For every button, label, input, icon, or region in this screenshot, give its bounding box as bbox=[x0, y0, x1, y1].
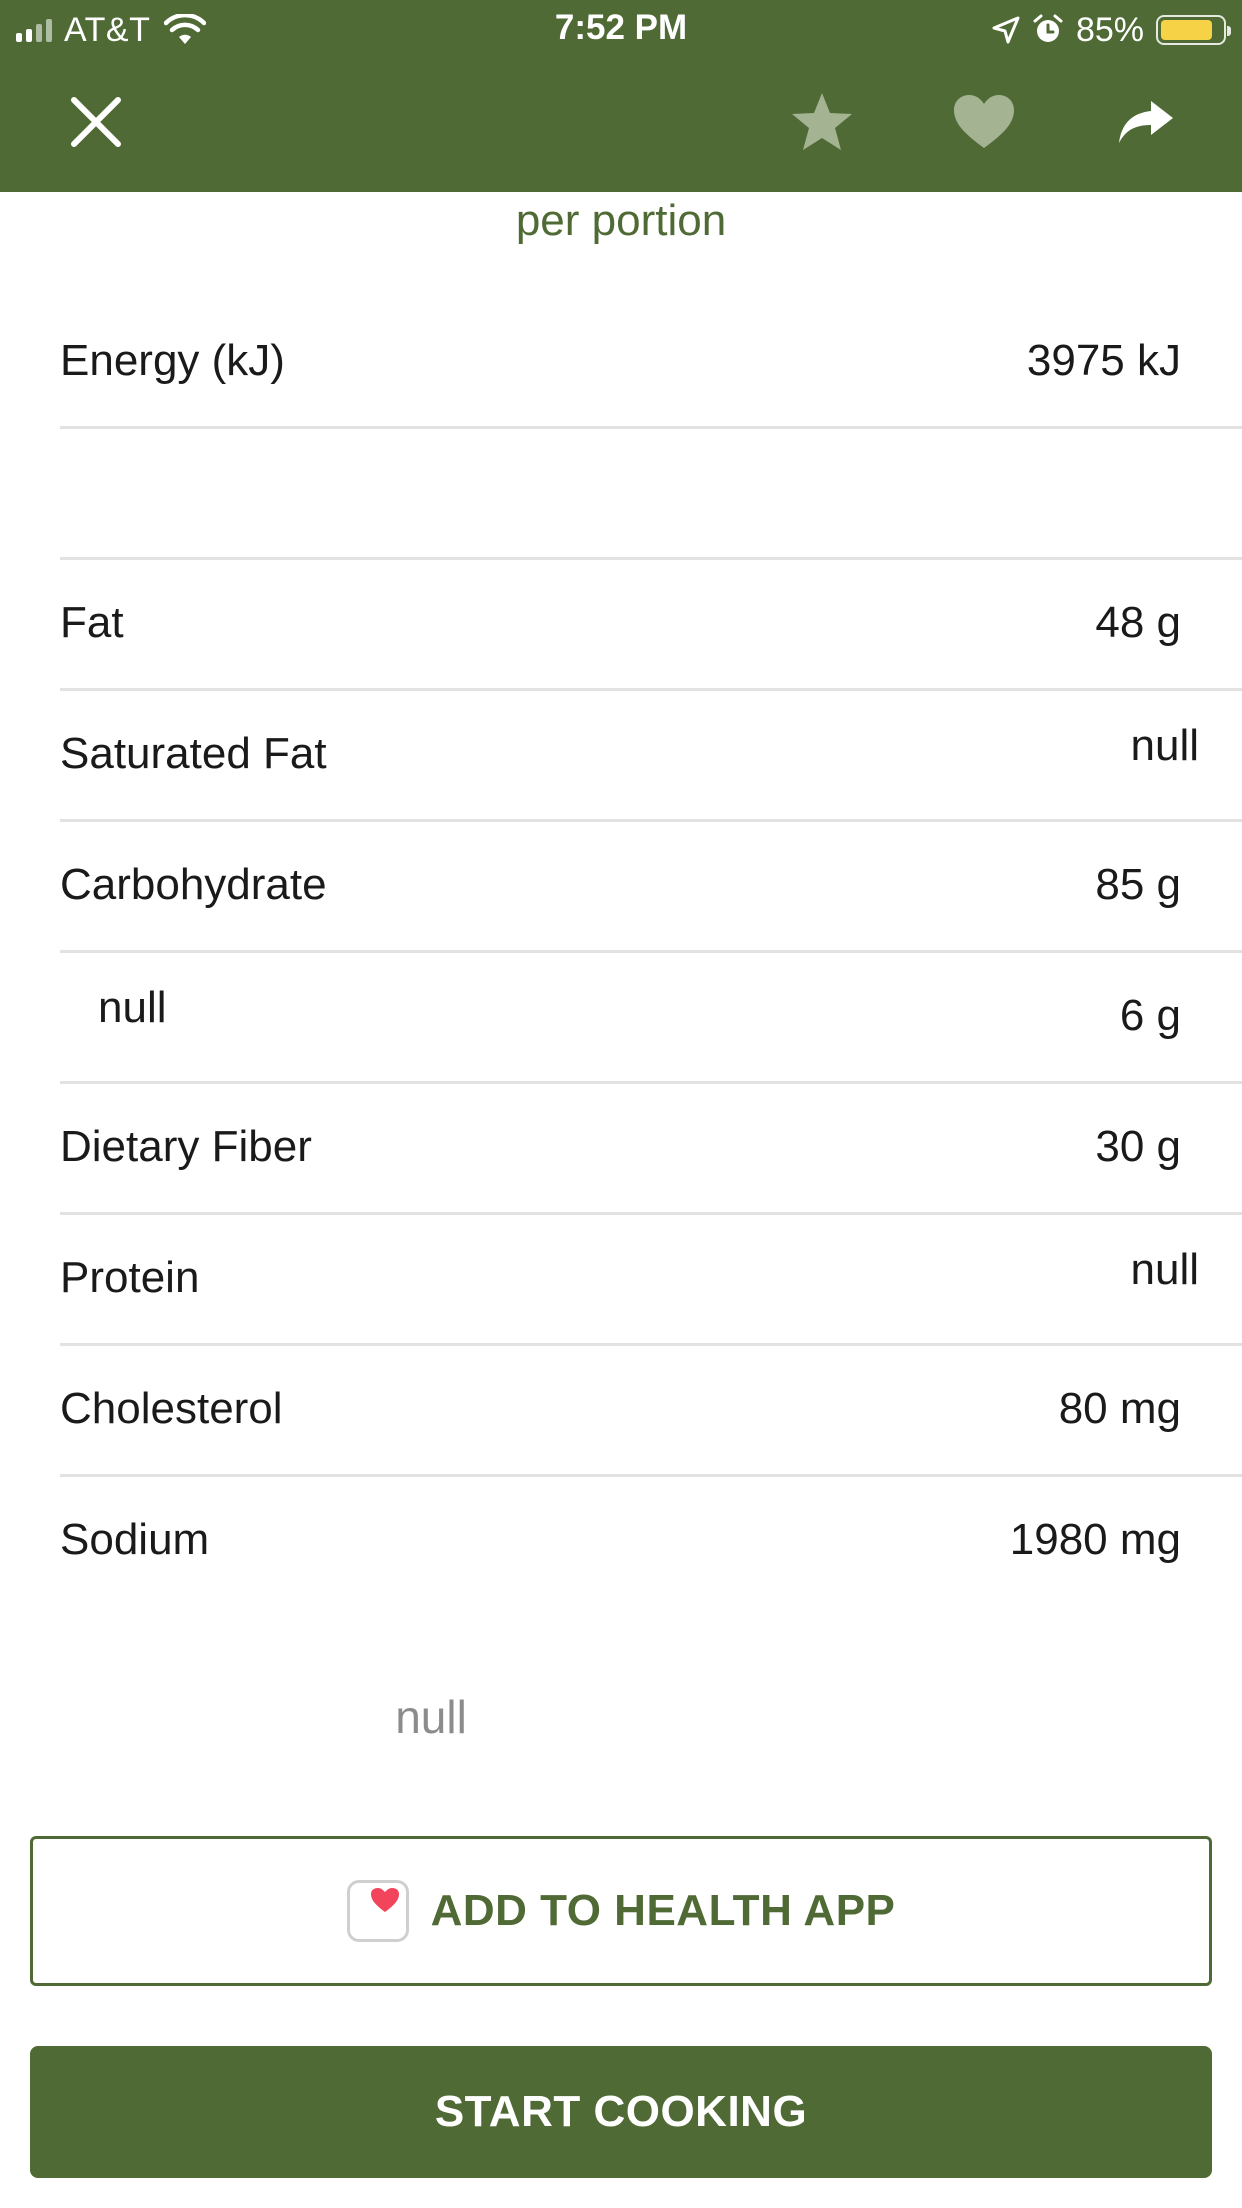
location-arrow-icon bbox=[992, 16, 1020, 44]
heart-icon bbox=[954, 95, 1014, 148]
nutrient-label: Saturated Fat bbox=[60, 729, 327, 778]
status-right: 85% bbox=[992, 10, 1231, 50]
nutrient-value: 80 mg bbox=[1058, 1384, 1181, 1433]
nutrition-disclaimer: null bbox=[395, 1691, 467, 1743]
nutrient-value: 1980 mg bbox=[1009, 1515, 1181, 1564]
nutrient-value: null bbox=[1130, 721, 1200, 770]
nutrition-table: Energy (kJ) 3975 kJ Fat 48 g Saturated F… bbox=[60, 298, 1242, 1608]
nutrition-row-sub-item: null 6 g bbox=[60, 953, 1242, 1084]
nutrient-label: Carbohydrate bbox=[60, 860, 327, 909]
health-app-icon bbox=[346, 1880, 409, 1942]
share-arrow-icon bbox=[1119, 101, 1173, 143]
add-to-health-app-button[interactable]: ADD TO HEALTH APP bbox=[30, 1836, 1212, 1986]
nutrient-value: 3975 kJ bbox=[1026, 336, 1181, 385]
top-bar: AT&T 7:52 PM 85% bbox=[0, 0, 1242, 192]
battery-icon bbox=[1156, 15, 1231, 45]
battery-percent: 85% bbox=[1075, 10, 1144, 49]
alarm-clock-icon bbox=[1033, 14, 1063, 42]
start-cooking-button[interactable]: START COOKING bbox=[30, 2046, 1212, 2178]
nutrient-label: Dietary Fiber bbox=[60, 1122, 312, 1171]
nutrient-value: 85 g bbox=[1095, 860, 1181, 909]
status-bar: AT&T 7:52 PM 85% bbox=[0, 0, 1242, 62]
nutrition-row-protein: Protein null bbox=[60, 1215, 1242, 1346]
nutrition-row-empty bbox=[60, 429, 1242, 560]
nutrient-label: Sodium bbox=[60, 1515, 210, 1564]
nutrient-value: 30 g bbox=[1095, 1122, 1181, 1171]
nutrient-value: 6 g bbox=[1119, 991, 1181, 1040]
nutrient-label: Energy (kJ) bbox=[60, 336, 285, 385]
nutrient-label: null bbox=[98, 983, 167, 1032]
nutrient-label: Cholesterol bbox=[60, 1384, 283, 1433]
nutrient-label: Protein bbox=[60, 1253, 200, 1302]
nutrition-row-sodium: Sodium 1980 mg bbox=[60, 1477, 1242, 1608]
favorite-star-button[interactable] bbox=[786, 86, 858, 158]
add-to-health-app-label: ADD TO HEALTH APP bbox=[430, 1886, 896, 1935]
like-heart-button[interactable] bbox=[948, 86, 1020, 158]
nutrition-row-dietary-fiber: Dietary Fiber 30 g bbox=[60, 1084, 1242, 1215]
nutrition-row-carbohydrate: Carbohydrate 85 g bbox=[60, 822, 1242, 953]
nutrient-value: 48 g bbox=[1095, 598, 1181, 647]
nutrition-row-saturated-fat: Saturated Fat null bbox=[60, 691, 1242, 822]
close-button[interactable] bbox=[60, 86, 132, 158]
per-portion-label: per portion bbox=[515, 196, 727, 245]
close-icon bbox=[71, 97, 121, 147]
nutrient-label: Fat bbox=[60, 598, 124, 647]
nutrient-value: null bbox=[1130, 1245, 1200, 1294]
star-icon bbox=[792, 93, 852, 150]
battery-fill bbox=[1161, 20, 1212, 40]
nutrition-row-cholesterol: Cholesterol 80 mg bbox=[60, 1346, 1242, 1477]
nutrition-row-fat: Fat 48 g bbox=[60, 560, 1242, 691]
share-button[interactable] bbox=[1110, 86, 1182, 158]
start-cooking-label: START COOKING bbox=[434, 2087, 808, 2136]
nutrition-row-energy: Energy (kJ) 3975 kJ bbox=[60, 298, 1242, 429]
